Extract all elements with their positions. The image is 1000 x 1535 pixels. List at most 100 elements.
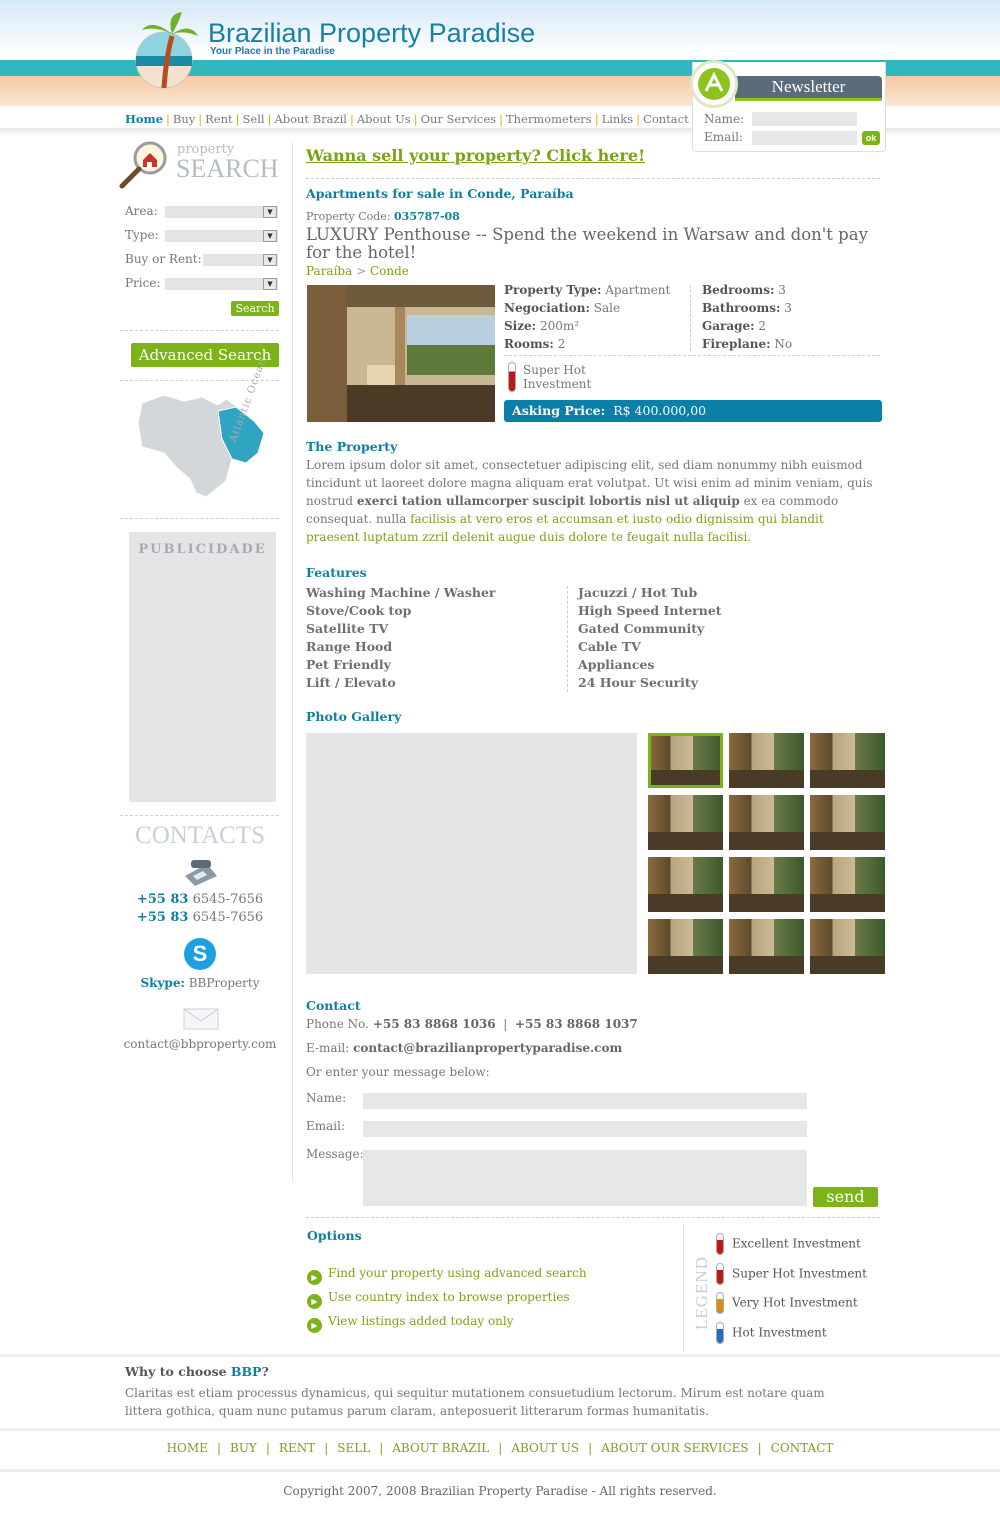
sidebar-email[interactable]: contact@bbproperty.com <box>120 1037 280 1051</box>
gallery-thumbnail[interactable] <box>648 857 723 912</box>
footer-link-about-us[interactable]: ABOUT US <box>511 1441 579 1455</box>
why-title-a: Why to choose <box>125 1364 231 1379</box>
send-button[interactable]: send <box>813 1187 878 1207</box>
option-link[interactable]: Find your property using advanced search <box>328 1266 587 1280</box>
footer-link-buy[interactable]: BUY <box>230 1441 257 1455</box>
search-big-title: SEARCH <box>176 154 279 183</box>
newsletter-email-input[interactable] <box>752 131 857 145</box>
spec-size-label: Size: <box>504 319 537 333</box>
feature-item: Cable TV <box>578 639 641 654</box>
skype-label: Skype: <box>140 976 185 990</box>
footer-link-home[interactable]: HOME <box>167 1441 208 1455</box>
nav-home[interactable]: Home <box>125 112 163 126</box>
option-item[interactable]: ▶ View listings added today only <box>307 1309 587 1333</box>
main-dash <box>306 1217 880 1218</box>
nav-links[interactable]: Links <box>602 112 634 126</box>
gallery-heading: Photo Gallery <box>306 709 402 724</box>
footer-link-contact[interactable]: CONTACT <box>771 1441 834 1455</box>
nav-contact[interactable]: Contact <box>643 112 689 126</box>
sell-property-link[interactable]: Wanna sell your property? Click here! <box>306 146 645 165</box>
thermometer-icon <box>716 1292 724 1314</box>
gallery-main-image[interactable] <box>306 733 637 974</box>
gallery-thumbnail[interactable] <box>810 733 885 788</box>
play-arrow-icon: ▶ <box>307 1318 322 1333</box>
nav-sep: | <box>267 112 272 126</box>
search-button[interactable]: Search <box>231 301 279 316</box>
chevron-down-icon: ▼ <box>263 206 277 218</box>
ad-box[interactable]: PUBLICIDADE <box>129 532 276 802</box>
gallery-thumbnail[interactable] <box>810 795 885 850</box>
gallery-thumbnail[interactable] <box>648 733 723 788</box>
spec-negociation: Negociation: Sale <box>504 299 694 317</box>
contact-phone-b[interactable]: +55 83 8868 1037 <box>515 1017 638 1031</box>
contact-heading: Contact <box>306 998 361 1013</box>
nav-buy[interactable]: Buy <box>173 112 195 126</box>
nav-about-brazil[interactable]: About Brazil <box>274 112 347 126</box>
asking-price-value: R$ 400.000,00 <box>613 403 707 418</box>
phone-1-code: +55 83 <box>136 892 189 907</box>
legend-divider <box>683 1224 684 1352</box>
spec-bed-label: Bedrooms: <box>702 283 775 297</box>
brazil-map-icon[interactable] <box>134 385 279 510</box>
price-select[interactable]: ▼ <box>164 277 279 291</box>
gallery-thumbnail[interactable] <box>729 857 804 912</box>
asking-price-label: Asking Price: <box>512 403 606 418</box>
buy-rent-select[interactable]: ▼ <box>202 253 279 267</box>
spec-bathrooms: Bathrooms: 3 <box>702 299 882 317</box>
nav-rent[interactable]: Rent <box>205 112 233 126</box>
gallery-thumbnail[interactable] <box>729 795 804 850</box>
property-main-photo[interactable] <box>307 285 495 422</box>
form-name-label: Name: <box>306 1091 347 1105</box>
breadcrumb-city[interactable]: Conde <box>370 264 409 278</box>
legend-item: Super Hot Investment <box>716 1262 867 1285</box>
envelope-icon <box>183 1008 219 1030</box>
gallery-thumbnail[interactable] <box>729 733 804 788</box>
feature-item: Gated Community <box>578 621 705 636</box>
option-link[interactable]: View listings added today only <box>328 1314 514 1328</box>
buy-rent-label: Buy or Rent: <box>125 252 202 266</box>
form-name-input[interactable] <box>363 1093 807 1109</box>
form-email-input[interactable] <box>363 1121 807 1137</box>
feature-item: 24 Hour Security <box>578 675 698 690</box>
nav-about-us[interactable]: About Us <box>357 112 411 126</box>
why-text: Claritas est etiam processus dynamicus, … <box>125 1386 825 1418</box>
option-item[interactable]: ▶ Find your property using advanced searc… <box>307 1261 587 1285</box>
skype-icon[interactable]: S <box>184 938 216 970</box>
contact-phone-a[interactable]: +55 83 8868 1036 <box>373 1017 496 1031</box>
footer-sep: | <box>757 1441 762 1455</box>
spec-fire-label: Fireplane: <box>702 337 771 351</box>
gallery-thumbnail[interactable] <box>810 919 885 974</box>
phone-2-number: 6545-7656 <box>192 910 264 925</box>
form-message-textarea[interactable] <box>363 1150 807 1206</box>
skype-contact[interactable]: Skype: BBProperty <box>120 976 280 990</box>
gallery-thumbnail[interactable] <box>648 919 723 974</box>
contact-email[interactable]: contact@brazilianpropertyparadise.com <box>353 1041 622 1055</box>
breadcrumb-state[interactable]: Paraíba <box>306 264 352 278</box>
options-heading: Options <box>307 1228 362 1243</box>
newsletter-name-input[interactable] <box>752 112 857 126</box>
gallery-thumbnail[interactable] <box>729 919 804 974</box>
phone-1[interactable]: +55 83 6545-7656 <box>120 892 280 907</box>
footer-link-rent[interactable]: RENT <box>279 1441 315 1455</box>
newsletter-ok-button[interactable]: ok <box>862 131 880 145</box>
gallery-thumbnail[interactable] <box>648 795 723 850</box>
nav-sell[interactable]: Sell <box>243 112 265 126</box>
option-link[interactable]: Use country index to browse properties <box>328 1290 570 1304</box>
gallery-thumbnails <box>648 733 885 974</box>
footer-link-sell[interactable]: SELL <box>337 1441 370 1455</box>
site-title[interactable]: Brazilian Property Paradise <box>208 18 535 49</box>
nav-our-services[interactable]: Our Services <box>421 112 497 126</box>
area-select[interactable]: ▼ <box>164 205 279 219</box>
option-item[interactable]: ▶ Use country index to browse properties <box>307 1285 587 1309</box>
features-divider <box>567 586 568 692</box>
footer-link-about-brazil[interactable]: ABOUT BRAZIL <box>392 1441 489 1455</box>
nav-thermometers[interactable]: Thermometers <box>506 112 592 126</box>
gallery-thumbnail[interactable] <box>810 857 885 912</box>
phone-2[interactable]: +55 83 6545-7656 <box>120 910 280 925</box>
type-select[interactable]: ▼ <box>164 229 279 243</box>
palm-logo-icon[interactable] <box>128 8 200 90</box>
features-heading: Features <box>306 565 367 580</box>
footer-link-services[interactable]: ABOUT OUR SERVICES <box>601 1441 748 1455</box>
legend-label: Hot Investment <box>732 1325 827 1339</box>
spec-fireplace: Fireplane: No <box>702 335 882 353</box>
